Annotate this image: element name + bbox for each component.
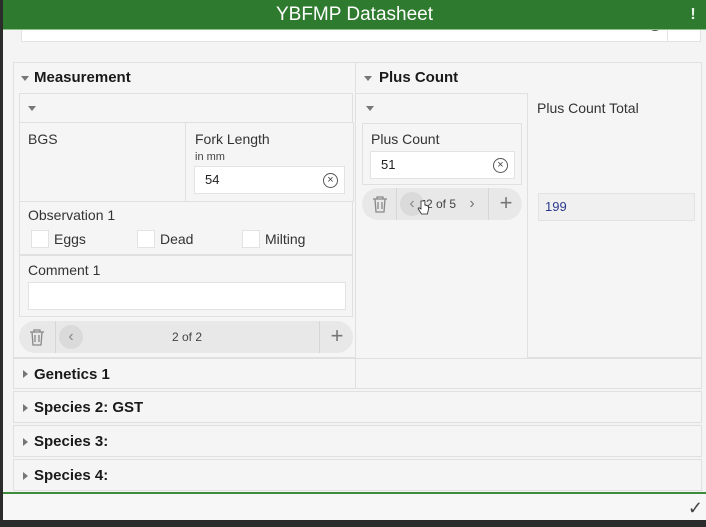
fork-length-cell: Fork Length in mm 54 × — [185, 122, 354, 202]
measurement-record: BGS Fork Length in mm 54 × — [19, 93, 354, 202]
record-pager: ‹ 2 of 2 + — [19, 321, 353, 353]
hand-cursor-icon — [417, 200, 429, 215]
observation-field: Observation 1 Eggs Dead Milting — [19, 201, 353, 255]
plus-count-label: Plus Count — [371, 131, 440, 147]
trash-icon[interactable] — [28, 328, 46, 346]
record-collapse-icon[interactable] — [366, 106, 374, 111]
previous-button[interactable]: ‹ — [59, 325, 83, 349]
trash-icon[interactable] — [371, 195, 389, 213]
group-species-4[interactable]: Species 4: — [13, 459, 702, 491]
divider — [396, 188, 397, 220]
species-cell: BGS — [19, 122, 186, 202]
divider — [488, 188, 489, 220]
clear-icon[interactable]: × — [493, 158, 508, 173]
next-button[interactable]: › — [462, 192, 482, 216]
record-pager: ‹ 2 of 5 › + — [362, 188, 522, 220]
eggs-label: Eggs — [54, 231, 86, 247]
fork-length-input[interactable]: 54 × — [194, 166, 345, 194]
group-species-2[interactable]: Species 2: GST — [13, 391, 702, 423]
comment-input[interactable] — [28, 282, 346, 310]
divider — [55, 321, 56, 353]
clear-icon[interactable]: × — [323, 173, 338, 188]
checkmark-icon[interactable]: ✓ — [688, 498, 703, 519]
section-title[interactable]: Measurement — [14, 63, 131, 93]
plus-count-field: Plus Count 51 × — [362, 123, 522, 185]
record-collapse-icon[interactable] — [28, 106, 36, 111]
empty-cell — [355, 358, 702, 389]
group-title: Species 4: — [34, 467, 109, 484]
section-title[interactable]: Plus Count — [356, 63, 458, 93]
plus-count-total-label: Plus Count Total — [537, 100, 639, 116]
dead-checkbox[interactable] — [137, 230, 155, 248]
plus-count-record: Plus Count 51 × ‹ 2 of 5 › + — [356, 93, 528, 359]
group-species-3[interactable]: Species 3: — [13, 425, 702, 457]
fork-length-value: 54 — [205, 172, 220, 187]
group-title: Species 3: — [34, 433, 109, 450]
title-bar: YBFMP Datasheet ! — [3, 0, 706, 30]
group-title: Genetics 1 — [34, 366, 110, 383]
footer-bar: ✓ — [3, 492, 706, 520]
eggs-checkbox[interactable] — [31, 230, 49, 248]
plus-count-section: Plus Count Plus Count 51 × ‹ 2 of 5 › + — [355, 62, 702, 359]
species-value: BGS — [28, 131, 58, 147]
window-title: YBFMP Datasheet — [275, 4, 433, 25]
add-record-button[interactable]: + — [491, 188, 521, 220]
dead-label: Dead — [160, 231, 194, 247]
plus-count-value: 51 — [381, 157, 396, 172]
milting-label: Milting — [265, 231, 306, 247]
measurement-section: Measurement BGS Fork Length in mm 54 × O… — [13, 62, 356, 358]
plus-count-input[interactable]: 51 × — [370, 151, 515, 179]
divider — [319, 321, 320, 353]
alert-icon[interactable]: ! — [684, 5, 702, 25]
fork-length-hint: in mm — [195, 151, 225, 163]
observation-label: Observation 1 — [28, 207, 116, 223]
app-window: YBFMP Datasheet ! Measurement BGS Fork L… — [3, 0, 706, 520]
record-count: 2 of 5 — [426, 197, 457, 211]
add-record-button[interactable]: + — [322, 321, 352, 353]
group-title: Species 2: GST — [34, 399, 144, 416]
comment-field: Comment 1 — [19, 255, 353, 317]
group-genetics[interactable]: Genetics 1 — [13, 358, 356, 389]
record-count: 2 of 2 — [172, 330, 203, 344]
milting-checkbox[interactable] — [242, 230, 260, 248]
plus-count-total-value: 199 — [538, 193, 695, 221]
comment-label: Comment 1 — [28, 262, 101, 278]
fork-length-label: Fork Length — [195, 131, 270, 147]
